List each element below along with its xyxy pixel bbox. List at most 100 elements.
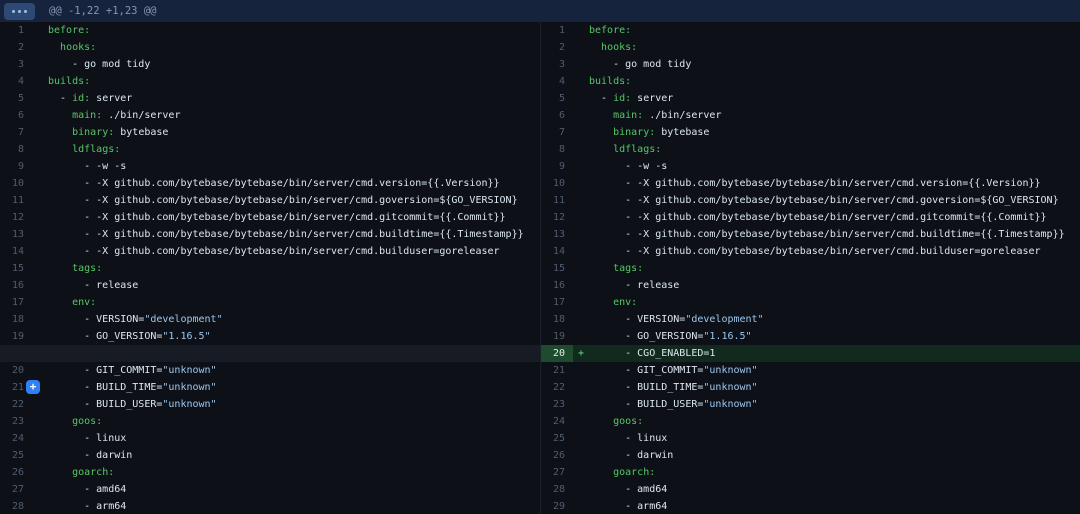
line-number[interactable]: 1 bbox=[541, 22, 573, 39]
code-line: - go mod tidy bbox=[32, 56, 540, 73]
line-number[interactable]: 17 bbox=[0, 294, 32, 311]
line-number[interactable]: 1 bbox=[0, 22, 32, 39]
line-number[interactable]: 12 bbox=[0, 209, 32, 226]
line-number[interactable]: 19 bbox=[0, 328, 32, 345]
line-number[interactable]: 23 bbox=[541, 396, 573, 413]
line-number[interactable]: 15 bbox=[541, 260, 573, 277]
line-number[interactable]: 9 bbox=[0, 158, 32, 175]
line-number[interactable]: 20 bbox=[0, 362, 32, 379]
line-number[interactable]: 17 bbox=[541, 294, 573, 311]
diff-row: 13 - -X github.com/bytebase/bytebase/bin… bbox=[541, 226, 1080, 243]
code-line: - -X github.com/bytebase/bytebase/bin/se… bbox=[573, 175, 1080, 192]
code-token: - -X github.com/bytebase/bytebase/bin/se… bbox=[589, 229, 1065, 240]
diff-row: 19 - GO_VERSION="1.16.5" bbox=[541, 328, 1080, 345]
line-number[interactable]: 13 bbox=[0, 226, 32, 243]
line-number[interactable]: 7 bbox=[541, 124, 573, 141]
diff-row: 16 - release bbox=[0, 277, 540, 294]
line-number[interactable]: 16 bbox=[541, 277, 573, 294]
line-number[interactable]: 27 bbox=[0, 481, 32, 498]
code-token bbox=[589, 127, 613, 138]
line-number[interactable]: 8 bbox=[541, 141, 573, 158]
code-token: tags: bbox=[72, 263, 102, 274]
code-token: before: bbox=[48, 25, 90, 36]
code-token: - -X github.com/bytebase/bytebase/bin/se… bbox=[48, 178, 500, 189]
diff-row: 24 goos: bbox=[541, 413, 1080, 430]
diff-row: 21 - GIT_COMMIT="unknown" bbox=[541, 362, 1080, 379]
expand-hunk-button[interactable] bbox=[4, 3, 35, 20]
line-number[interactable]: 5 bbox=[541, 90, 573, 107]
line-number[interactable]: 26 bbox=[0, 464, 32, 481]
diff-row: 26 goarch: bbox=[0, 464, 540, 481]
code-token: "unknown" bbox=[162, 365, 216, 376]
line-number[interactable]: 28 bbox=[0, 498, 32, 514]
code-token: binary: bbox=[613, 127, 655, 138]
line-number[interactable]: 26 bbox=[541, 447, 573, 464]
line-number[interactable]: 2 bbox=[541, 39, 573, 56]
diff-filler-row bbox=[0, 345, 540, 362]
line-number[interactable]: 25 bbox=[541, 430, 573, 447]
code-line: - -X github.com/bytebase/bytebase/bin/se… bbox=[32, 226, 540, 243]
code-token: - -X github.com/bytebase/bytebase/bin/se… bbox=[589, 246, 1041, 257]
diff-row: 25 - linux bbox=[541, 430, 1080, 447]
line-number[interactable]: 14 bbox=[0, 243, 32, 260]
line-number[interactable]: 15 bbox=[0, 260, 32, 277]
code-token: main: bbox=[72, 110, 102, 121]
code-line: goarch: bbox=[573, 464, 1080, 481]
code-token: - arm64 bbox=[589, 501, 667, 512]
line-number[interactable]: 20 bbox=[541, 345, 573, 362]
line-number[interactable]: 24 bbox=[541, 413, 573, 430]
line-number[interactable]: 24 bbox=[0, 430, 32, 447]
diff-row: 22 - BUILD_USER="unknown" bbox=[0, 396, 540, 413]
line-number[interactable]: 14 bbox=[541, 243, 573, 260]
code-token: bytebase bbox=[114, 127, 168, 138]
diff-row: 7 binary: bytebase bbox=[541, 124, 1080, 141]
line-number[interactable]: 29 bbox=[541, 498, 573, 514]
code-token: - GO_VERSION= bbox=[48, 331, 162, 342]
line-number[interactable]: 11 bbox=[541, 192, 573, 209]
line-number[interactable]: 8 bbox=[0, 141, 32, 158]
line-number[interactable]: 10 bbox=[541, 175, 573, 192]
code-token: - -X github.com/bytebase/bytebase/bin/se… bbox=[48, 212, 506, 223]
line-number[interactable]: 3 bbox=[0, 56, 32, 73]
diff-row: 15 tags: bbox=[0, 260, 540, 277]
line-number[interactable]: 21 bbox=[541, 362, 573, 379]
line-number[interactable]: 22 bbox=[0, 396, 32, 413]
code-token: ./bin/server bbox=[643, 110, 721, 121]
line-number[interactable]: 25 bbox=[0, 447, 32, 464]
line-number[interactable]: 18 bbox=[541, 311, 573, 328]
code-token: "development" bbox=[144, 314, 222, 325]
code-token: builds: bbox=[589, 76, 631, 87]
code-line: - id: server bbox=[32, 90, 540, 107]
line-number[interactable]: 4 bbox=[541, 73, 573, 90]
diff-row: 10 - -X github.com/bytebase/bytebase/bin… bbox=[541, 175, 1080, 192]
line-number[interactable]: 22 bbox=[541, 379, 573, 396]
line-number[interactable]: 13 bbox=[541, 226, 573, 243]
line-number[interactable]: 12 bbox=[541, 209, 573, 226]
code-token: hooks: bbox=[60, 42, 96, 53]
line-number[interactable]: 19 bbox=[541, 328, 573, 345]
line-number[interactable]: 4 bbox=[0, 73, 32, 90]
diff-row: 16 - release bbox=[541, 277, 1080, 294]
line-number[interactable]: 11 bbox=[0, 192, 32, 209]
line-number[interactable]: 18 bbox=[0, 311, 32, 328]
line-number[interactable]: 9 bbox=[541, 158, 573, 175]
line-number[interactable]: 23 bbox=[0, 413, 32, 430]
code-token: - -X github.com/bytebase/bytebase/bin/se… bbox=[48, 195, 518, 206]
code-token bbox=[48, 297, 72, 308]
code-token: "unknown" bbox=[162, 382, 216, 393]
line-number[interactable]: 6 bbox=[0, 107, 32, 124]
code-line: main: ./bin/server bbox=[573, 107, 1080, 124]
code-token bbox=[589, 110, 613, 121]
line-number[interactable]: 3 bbox=[541, 56, 573, 73]
line-number[interactable]: 6 bbox=[541, 107, 573, 124]
line-number[interactable]: 28 bbox=[541, 481, 573, 498]
line-number[interactable]: 27 bbox=[541, 464, 573, 481]
line-number[interactable]: 16 bbox=[0, 277, 32, 294]
code-token: server bbox=[90, 93, 132, 104]
add-comment-button[interactable]: + bbox=[26, 380, 40, 394]
line-number[interactable]: 5 bbox=[0, 90, 32, 107]
line-number[interactable]: 10 bbox=[0, 175, 32, 192]
line-number[interactable]: 7 bbox=[0, 124, 32, 141]
code-line: - id: server bbox=[573, 90, 1080, 107]
line-number[interactable]: 2 bbox=[0, 39, 32, 56]
